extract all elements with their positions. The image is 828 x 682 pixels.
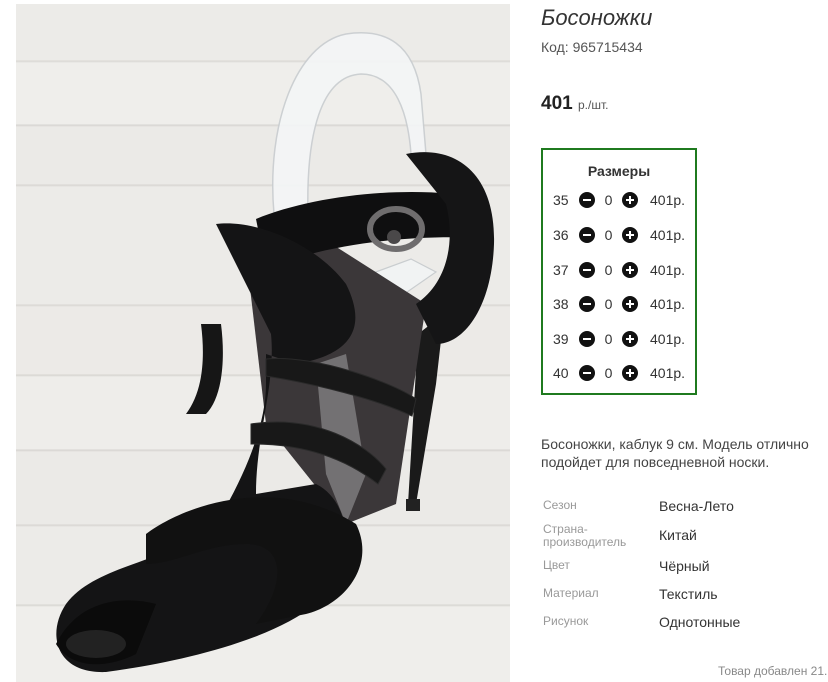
size-row: 40 0 401р.: [553, 363, 685, 383]
sizes-panel: Размеры 35 0 401р. 36 0 401р. 37 0 401р.…: [541, 148, 697, 395]
sizes-title: Размеры: [587, 163, 651, 179]
minus-circle-icon[interactable]: [579, 227, 595, 243]
plus-circle-icon[interactable]: [622, 296, 638, 312]
product-price: 401 р./шт.: [541, 93, 608, 115]
size-row: 35 0 401р.: [553, 190, 685, 210]
size-row: 37 0 401р.: [553, 260, 685, 280]
size-price: 401р.: [650, 365, 686, 381]
product-photo[interactable]: [16, 4, 510, 682]
price-amount: 401: [541, 93, 573, 114]
product-description: Босоножки, каблук 9 см. Модель отлично п…: [541, 436, 809, 470]
quantity-value[interactable]: 0: [595, 192, 622, 208]
size-row: 38 0 401р.: [553, 294, 685, 314]
size-label: 38: [553, 296, 569, 312]
attribute-key: Рисунок: [543, 614, 589, 628]
minus-circle-icon[interactable]: [579, 296, 595, 312]
size-price: 401р.: [650, 296, 686, 312]
size-price: 401р.: [650, 331, 686, 347]
attribute-key: Цвет: [543, 558, 570, 572]
quantity-value[interactable]: 0: [595, 296, 622, 312]
sandal-illustration: [56, 32, 495, 673]
attribute-key: Материал: [543, 586, 599, 600]
product-code: Код: 965715434: [541, 39, 643, 55]
quantity-value[interactable]: 0: [595, 365, 622, 381]
plus-circle-icon[interactable]: [622, 192, 638, 208]
minus-circle-icon[interactable]: [579, 365, 595, 381]
quantity-value[interactable]: 0: [595, 262, 622, 278]
size-label: 37: [553, 262, 569, 278]
attribute-value: Текстиль: [659, 586, 718, 602]
added-date-text: Товар добавлен 21.: [718, 664, 828, 678]
price-unit: р./шт.: [577, 98, 609, 112]
size-row: 36 0 401р.: [553, 225, 685, 245]
size-label: 40: [553, 365, 569, 381]
attribute-value: Однотонные: [659, 614, 741, 630]
attribute-key: Страна-производитель: [543, 522, 627, 549]
plus-circle-icon[interactable]: [622, 331, 638, 347]
size-label: 36: [553, 227, 569, 243]
plus-circle-icon[interactable]: [622, 365, 638, 381]
product-title: Босоножки: [541, 5, 653, 30]
minus-circle-icon[interactable]: [579, 262, 595, 278]
attribute-value: Чёрный: [659, 558, 710, 574]
minus-circle-icon[interactable]: [579, 192, 595, 208]
size-label: 35: [553, 192, 569, 208]
quantity-value[interactable]: 0: [595, 331, 622, 347]
minus-circle-icon[interactable]: [579, 331, 595, 347]
attribute-value: Весна-Лето: [659, 498, 734, 514]
plus-circle-icon[interactable]: [622, 227, 638, 243]
size-label: 39: [553, 331, 569, 347]
size-price: 401р.: [650, 227, 686, 243]
size-price: 401р.: [650, 192, 686, 208]
attribute-value: Китай: [659, 527, 697, 543]
size-row: 39 0 401р.: [553, 329, 685, 349]
size-price: 401р.: [650, 262, 686, 278]
attribute-key: Сезон: [543, 498, 577, 512]
quantity-value[interactable]: 0: [595, 227, 622, 243]
plus-circle-icon[interactable]: [622, 262, 638, 278]
